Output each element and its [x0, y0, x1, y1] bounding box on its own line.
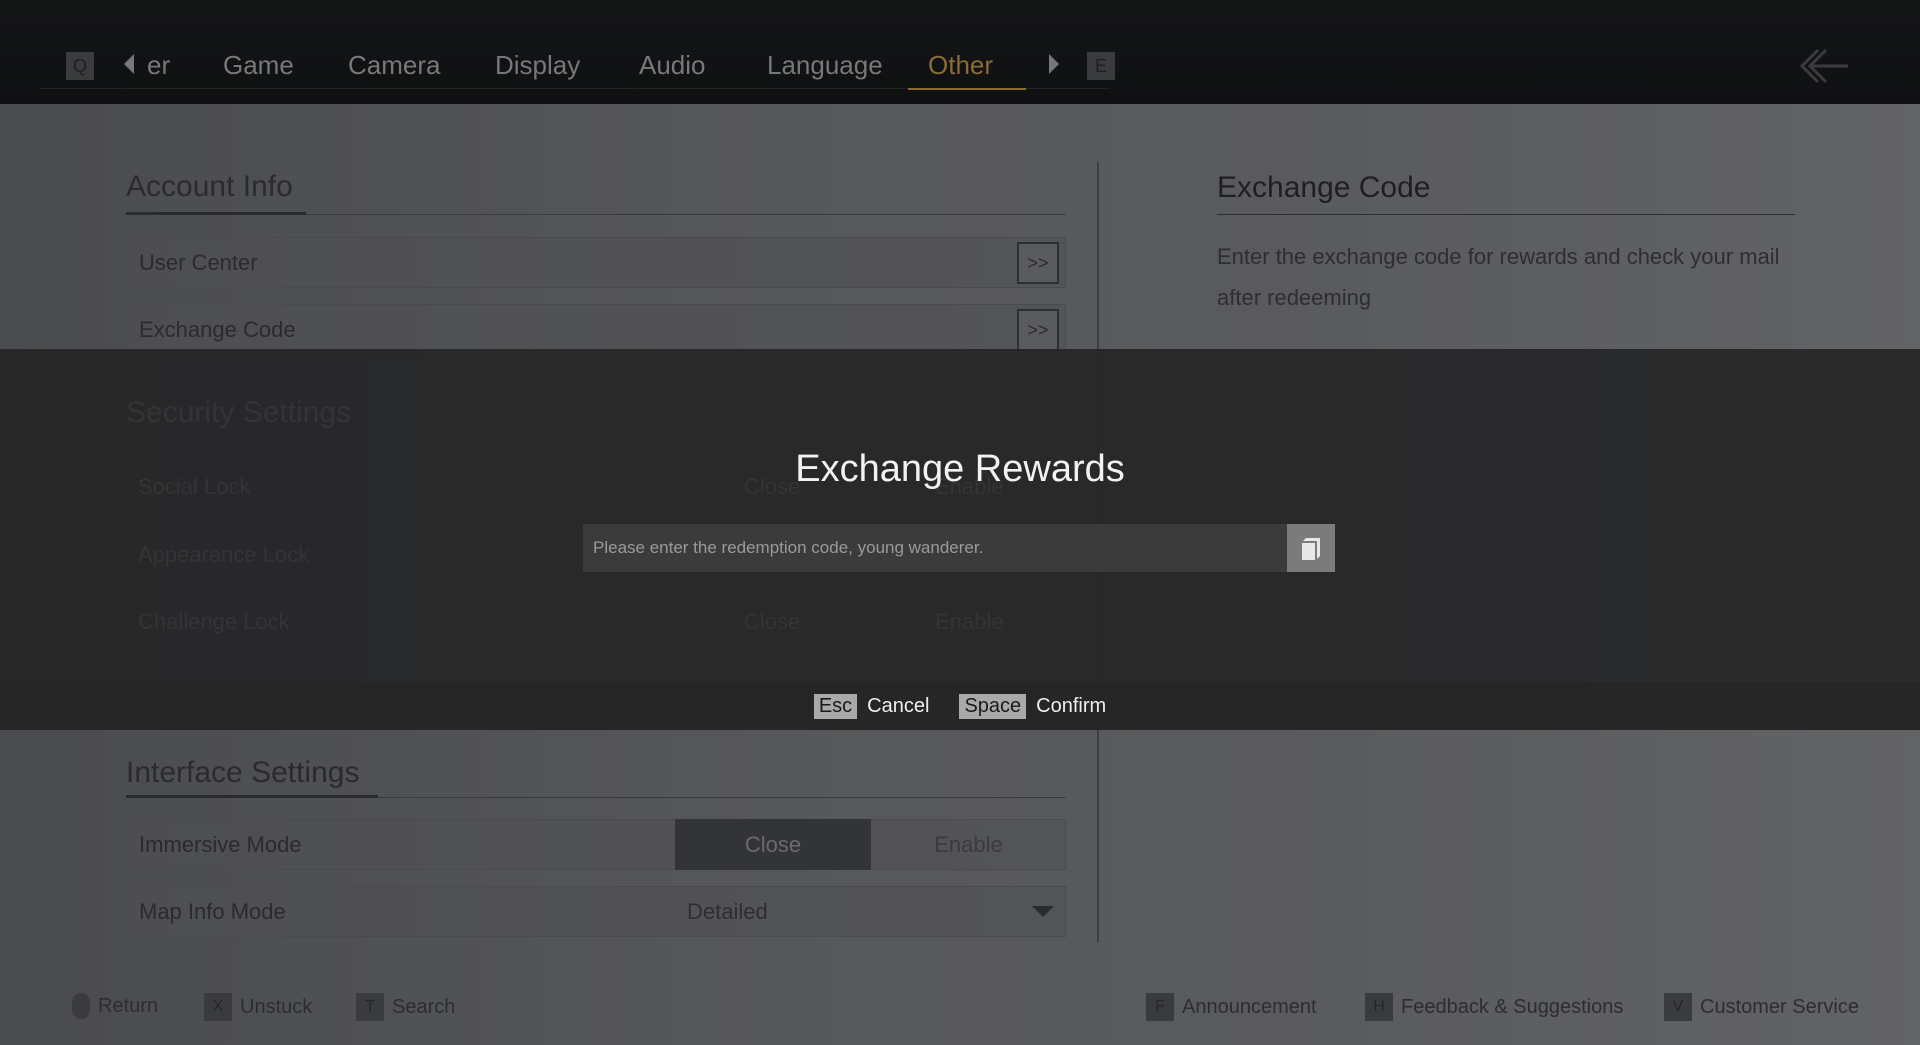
map-info-dropdown[interactable]: Detailed: [675, 886, 1066, 937]
cancel-label: Cancel: [867, 694, 930, 717]
space-key: Space: [959, 693, 1027, 719]
back-arrow-icon[interactable]: [1796, 46, 1852, 86]
hint-label: Unstuck: [240, 995, 313, 1018]
detail-description: Enter the exchange code for rewards and …: [1217, 244, 1780, 310]
faded-close: Close: [744, 609, 801, 634]
faded-challenge-lock: Challenge Lock: [138, 609, 290, 634]
hint-search[interactable]: T Search: [356, 993, 455, 1021]
hint-key: X: [204, 993, 232, 1021]
esc-key: Esc: [813, 693, 858, 719]
prev-tab-key[interactable]: Q: [66, 52, 94, 80]
hint-customer-service[interactable]: V Customer Service: [1664, 993, 1859, 1021]
top-nav-bar: Q er Game Camera Display Audio Language …: [0, 0, 1920, 104]
confirm-button[interactable]: Space Confirm: [959, 693, 1107, 719]
hint-unstuck[interactable]: X Unstuck: [204, 993, 312, 1021]
hint-label: Customer Service: [1700, 995, 1859, 1018]
hint-feedback[interactable]: H Feedback & Suggestions: [1365, 993, 1623, 1021]
hint-label: Feedback & Suggestions: [1401, 995, 1624, 1018]
hint-label: Search: [392, 995, 456, 1018]
row-label: Map Info Mode: [139, 898, 286, 924]
tab-camera[interactable]: Camera: [348, 50, 440, 81]
paste-button[interactable]: [1287, 524, 1335, 572]
immersive-close-option[interactable]: Close: [675, 819, 871, 870]
dropdown-arrow-icon: [1032, 906, 1054, 917]
section-underline: [126, 795, 378, 798]
paste-icon: [1302, 538, 1320, 560]
section-line: [1217, 214, 1795, 215]
detail-title: Exchange Code: [1217, 171, 1431, 204]
caret-left-icon[interactable]: [124, 54, 134, 74]
tab-audio[interactable]: Audio: [639, 50, 706, 81]
redemption-code-input[interactable]: [583, 524, 1287, 572]
modal-title: Exchange Rewards: [795, 448, 1125, 490]
hint-label: Announcement: [1182, 995, 1317, 1018]
tab-language[interactable]: Language: [767, 50, 883, 81]
next-tab-key[interactable]: E: [1087, 52, 1115, 80]
mouse-icon: [72, 993, 90, 1019]
double-chevron-right-icon[interactable]: >>: [1017, 242, 1059, 284]
modal-footer: Esc Cancel Space Confirm: [0, 682, 1920, 730]
tab-player[interactable]: er: [147, 50, 170, 81]
hint-key: H: [1365, 993, 1393, 1021]
faded-appearance-lock: Appearance Lock: [138, 542, 310, 567]
tab-display[interactable]: Display: [495, 50, 580, 81]
row-label: Exchange Code: [139, 316, 296, 342]
caret-right-icon[interactable]: [1049, 54, 1059, 74]
faded-enable: Enable: [935, 609, 1004, 634]
section-title-account: Account Info: [126, 170, 293, 203]
dropdown-value: Detailed: [687, 898, 768, 924]
hint-key: T: [356, 993, 384, 1021]
section-title-interface: Interface Settings: [126, 756, 360, 789]
row-label: User Center: [139, 249, 258, 275]
hint-announcement[interactable]: F Announcement: [1146, 993, 1317, 1021]
row-user-center[interactable]: User Center >>: [126, 237, 1066, 288]
confirm-label: Confirm: [1036, 694, 1107, 717]
immersive-enable-option[interactable]: Enable: [871, 819, 1066, 870]
cancel-button[interactable]: Esc Cancel: [813, 693, 930, 719]
double-chevron-right-icon[interactable]: >>: [1017, 309, 1059, 351]
row-exchange-code[interactable]: Exchange Code >>: [126, 304, 1066, 355]
active-tab-indicator: [908, 88, 1026, 90]
hint-key: F: [1146, 993, 1174, 1021]
faded-security-title: Security Settings: [126, 396, 352, 429]
hint-label: Return: [98, 994, 159, 1017]
exchange-rewards-modal: Security Settings Social Lock Close Enab…: [0, 349, 1920, 682]
row-label: Immersive Mode: [139, 831, 302, 857]
section-underline: [126, 212, 306, 215]
tab-other[interactable]: Other: [928, 50, 993, 81]
tab-game[interactable]: Game: [223, 50, 294, 81]
hint-key: V: [1664, 993, 1692, 1021]
hint-return[interactable]: Return: [72, 993, 158, 1019]
